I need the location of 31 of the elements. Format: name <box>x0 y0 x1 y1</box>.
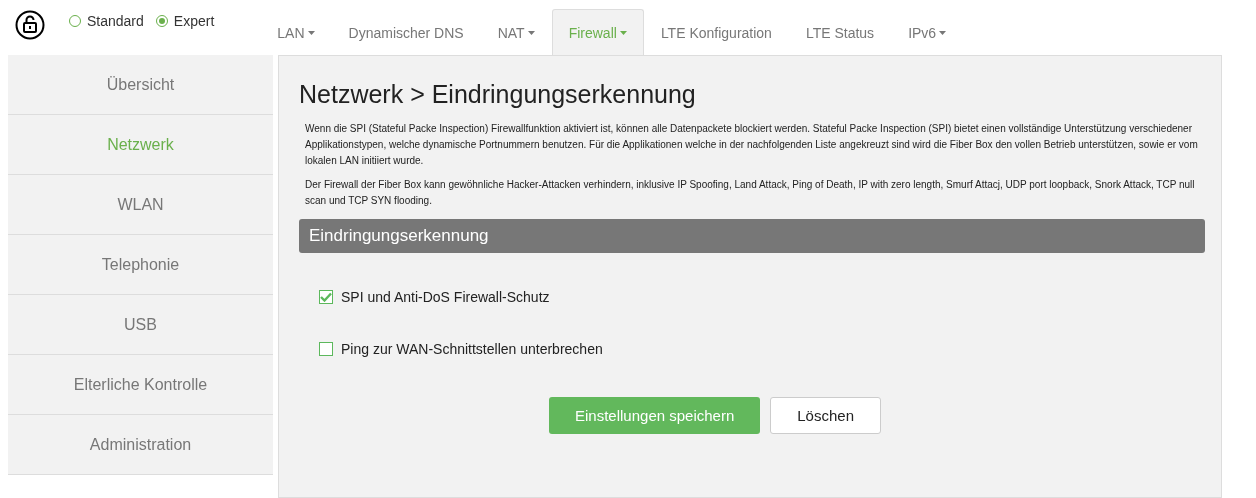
sidebar-item[interactable]: WLAN <box>8 175 273 235</box>
nav-tab[interactable]: LAN <box>260 9 332 55</box>
nav-tab[interactable]: LTE Status <box>788 9 892 55</box>
padlock-icon[interactable] <box>15 10 45 40</box>
checkbox-label: Ping zur WAN-Schnittstellen unterbrechen <box>341 341 603 357</box>
mode-radio[interactable]: Expert <box>155 12 215 29</box>
mode-radio[interactable]: Standard <box>69 12 144 29</box>
description-text: Wenn die SPI (Stateful Packe Inspection) Firewallfunktion aktiviert ist, können alle Datenpackete blockiert werden. Stateful Packe Inspection (SPI) bietet einen vollständige Unterstützung verschiedener Applikationstypen, welche dynamische Portnummern benutzen. Für die Applikationen welche in der nachfolgenden Liste angekreuzt sind wird die Fiber Box den vollen Betrieb unterstützen, sowie er vom lokalen LAN initiiert wurde. <box>304 122 1199 168</box>
caret-icon <box>939 30 947 35</box>
sidebar-item[interactable]: Administration <box>8 415 273 475</box>
sidebar-item[interactable]: Netzwerk <box>8 115 273 175</box>
checkbox-label: SPI und Anti-DoS Firewall-Schutz <box>341 289 550 305</box>
nav-tab[interactable]: NAT <box>480 9 552 55</box>
sidebar-item[interactable]: USB <box>8 295 273 355</box>
section-header: Eindringungserkennung <box>299 219 1205 253</box>
nav-tab[interactable]: LTE Konfiguration <box>643 9 789 55</box>
page-title: Netzwerk > Eindringungserkennung <box>299 80 697 109</box>
nav-tab[interactable]: Dynamischer DNS <box>331 9 481 55</box>
sidebar-item[interactable]: Elterliche Kontrolle <box>8 355 273 415</box>
nav-tab[interactable]: IPv6 <box>891 9 964 55</box>
sidebar-item[interactable]: Telephonie <box>8 235 273 295</box>
caret-icon <box>619 30 627 35</box>
save-button[interactable]: Einstellungen speichern <box>549 397 761 434</box>
checkbox[interactable] <box>319 342 333 356</box>
nav-tab[interactable]: Firewall <box>551 9 644 55</box>
description-text: Der Firewall der Fiber Box kann gewöhnliche Hacker-Attacken verhindern, inklusive IP Spoofing, Land Attack, Ping of Death, IP with zero length, Smurf Attacj, UDP port loopback, Snork Attack, TCP null scan und TCP SYN flooding. <box>304 178 1196 208</box>
caret-icon <box>527 30 535 35</box>
checkbox[interactable] <box>319 290 333 304</box>
delete-button[interactable]: Löschen <box>770 397 881 434</box>
sidebar-item[interactable]: Übersicht <box>8 55 273 115</box>
caret-icon <box>307 30 315 35</box>
